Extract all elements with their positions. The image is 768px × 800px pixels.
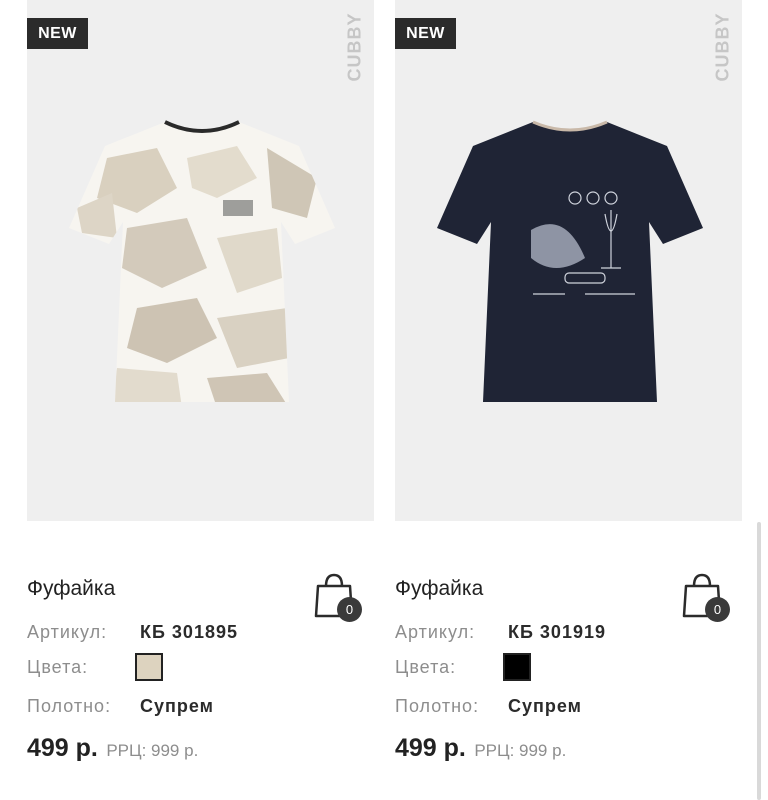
colors-label: Цвета: — [27, 657, 89, 677]
colors-row: Цвета: — [395, 653, 531, 681]
camo-tshirt-image — [69, 120, 335, 402]
product-card[interactable]: NEW CUBBY — [27, 0, 374, 521]
fabric-row: Полотно: Супрем — [27, 696, 213, 717]
fabric-label: Полотно: — [27, 696, 112, 716]
article-value: КБ 301895 — [140, 622, 238, 642]
article-label: Артикул: — [27, 622, 108, 642]
product-title[interactable]: Фуфайка — [27, 577, 115, 601]
navy-tshirt-image — [437, 120, 703, 402]
product-title[interactable]: Фуфайка — [395, 577, 483, 601]
price-block: 499 р. РРЦ: 999 р. — [395, 734, 566, 763]
fabric-value: Супрем — [140, 696, 214, 716]
add-to-cart-button[interactable]: 0 — [314, 572, 362, 622]
product-image[interactable]: NEW CUBBY — [27, 0, 374, 521]
colors-row: Цвета: — [27, 653, 163, 681]
cart-count-badge: 0 — [705, 597, 730, 622]
article-row: Артикул: КБ 301919 — [395, 622, 605, 643]
price-block: 499 р. РРЦ: 999 р. — [27, 734, 198, 763]
article-label: Артикул: — [395, 622, 476, 642]
article-value: КБ 301919 — [508, 622, 606, 642]
fabric-value: Супрем — [508, 696, 582, 716]
price: 499 р. — [395, 734, 466, 762]
rrp-price: РРЦ: 999 р. — [474, 741, 567, 760]
article-row: Артикул: КБ 301895 — [27, 622, 237, 643]
add-to-cart-button[interactable]: 0 — [682, 572, 730, 622]
fabric-label: Полотно: — [395, 696, 480, 716]
colors-label: Цвета: — [395, 657, 457, 677]
price: 499 р. — [27, 734, 98, 762]
brand-watermark: CUBBY — [344, 12, 365, 82]
new-badge: NEW — [395, 18, 456, 49]
color-swatch[interactable] — [503, 653, 531, 681]
brand-watermark: CUBBY — [712, 12, 733, 82]
color-swatch[interactable] — [135, 653, 163, 681]
new-badge: NEW — [27, 18, 88, 49]
cart-count-badge: 0 — [337, 597, 362, 622]
product-card[interactable]: NEW CUBBY — [395, 0, 742, 521]
fabric-row: Полотно: Супрем — [395, 696, 581, 717]
scrollbar[interactable] — [757, 522, 761, 800]
rrp-price: РРЦ: 999 р. — [106, 741, 199, 760]
product-image[interactable]: NEW CUBBY — [395, 0, 742, 521]
